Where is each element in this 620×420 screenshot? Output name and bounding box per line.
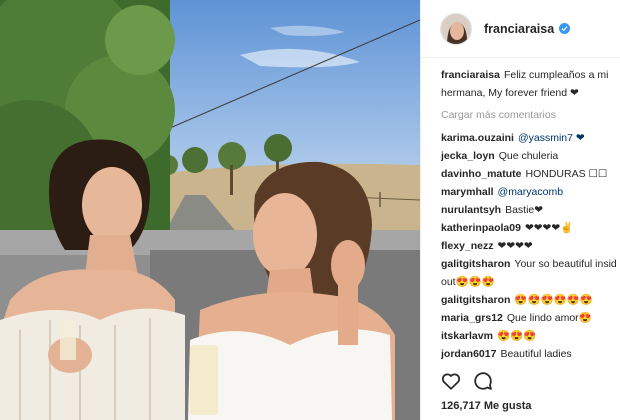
comments-list: franciaraisa Feliz cumpleaños a mi herman…	[441, 66, 620, 364]
comment-username[interactable]: marymhall	[441, 186, 494, 198]
post-header: franciaraisa	[421, 0, 620, 58]
comment-row: katherinpaola09 ❤❤❤❤✌	[441, 219, 620, 237]
comment-username[interactable]: flexy_nezz	[441, 240, 494, 252]
comment-row: nurulantsyh Bastie❤	[441, 201, 620, 219]
comment-text: Que chuleria	[498, 150, 559, 162]
comment-text: @yassmin7 ❤	[517, 132, 585, 144]
comment-text: Beautiful ladies	[500, 348, 572, 360]
comment-text: HONDURAS ☐☐	[525, 168, 608, 180]
comment-row: flexy_nezz ❤❤❤❤	[441, 237, 620, 255]
comment-text: Bastie❤	[505, 204, 544, 216]
comment-row: maria_grs12 Que lindo amor😍	[441, 309, 620, 327]
comment-row: marymhall @maryacomb	[441, 183, 620, 201]
load-more-comments[interactable]: Cargar más comentarios	[441, 106, 620, 124]
comment-bubble-icon[interactable]	[472, 370, 494, 392]
avatar[interactable]	[440, 12, 472, 45]
heart-icon[interactable]	[440, 370, 462, 392]
post-image	[0, 0, 420, 420]
comment-username[interactable]: itskarlavm	[441, 330, 493, 342]
comment-text: @maryacomb	[497, 186, 564, 198]
comment-username[interactable]: nurulantsyh	[441, 204, 501, 216]
comment-text: 😍😍😍	[496, 330, 537, 342]
comment-username[interactable]: galitgitsharon	[441, 294, 510, 306]
comment-text: ❤❤❤❤	[497, 240, 533, 252]
comment-row: davinho_matute HONDURAS ☐☐	[441, 165, 620, 183]
comment-username[interactable]: katherinpaola09	[441, 222, 521, 234]
post-photo[interactable]	[0, 0, 420, 420]
post-author-username[interactable]: franciaraisa	[484, 22, 554, 36]
comment-username[interactable]: galitgitsharon	[441, 258, 510, 270]
likes-count[interactable]: 126,717 Me gusta	[441, 400, 532, 412]
comment-username[interactable]: davinho_matute	[441, 168, 522, 180]
avatar-image	[441, 13, 471, 44]
verified-badge-icon	[559, 23, 571, 34]
comment-username[interactable]: jecka_loyn	[441, 150, 495, 162]
comment-row: jecka_loyn Que chuleria	[441, 147, 620, 165]
comment-row: jordan6017 Beautiful ladies	[441, 345, 620, 363]
comment-row: galitgitsharon Your so beautiful insid ou…	[441, 255, 620, 291]
post-actions	[440, 370, 494, 392]
comment-username[interactable]: karima.ouzaini	[441, 132, 514, 144]
comment-username[interactable]: jordan6017	[441, 348, 496, 360]
comment-row: itskarlavm 😍😍😍	[441, 327, 620, 345]
post-sidebar: franciaraisa franciaraisa Feliz cumpleaño…	[420, 0, 620, 420]
comment-row: karima.ouzaini @yassmin7 ❤	[441, 129, 620, 147]
comment-text: 😍😍😍😍😍😍	[514, 294, 593, 306]
comment-username[interactable]: maria_grs12	[441, 312, 503, 324]
comment-text: Que lindo amor😍	[506, 312, 592, 324]
post-caption: franciaraisa Feliz cumpleaños a mi herman…	[441, 66, 620, 102]
caption-username[interactable]: franciaraisa	[441, 69, 500, 81]
comment-text: ❤❤❤❤✌	[524, 222, 574, 234]
comment-row: galitgitsharon 😍😍😍😍😍😍	[441, 291, 620, 309]
